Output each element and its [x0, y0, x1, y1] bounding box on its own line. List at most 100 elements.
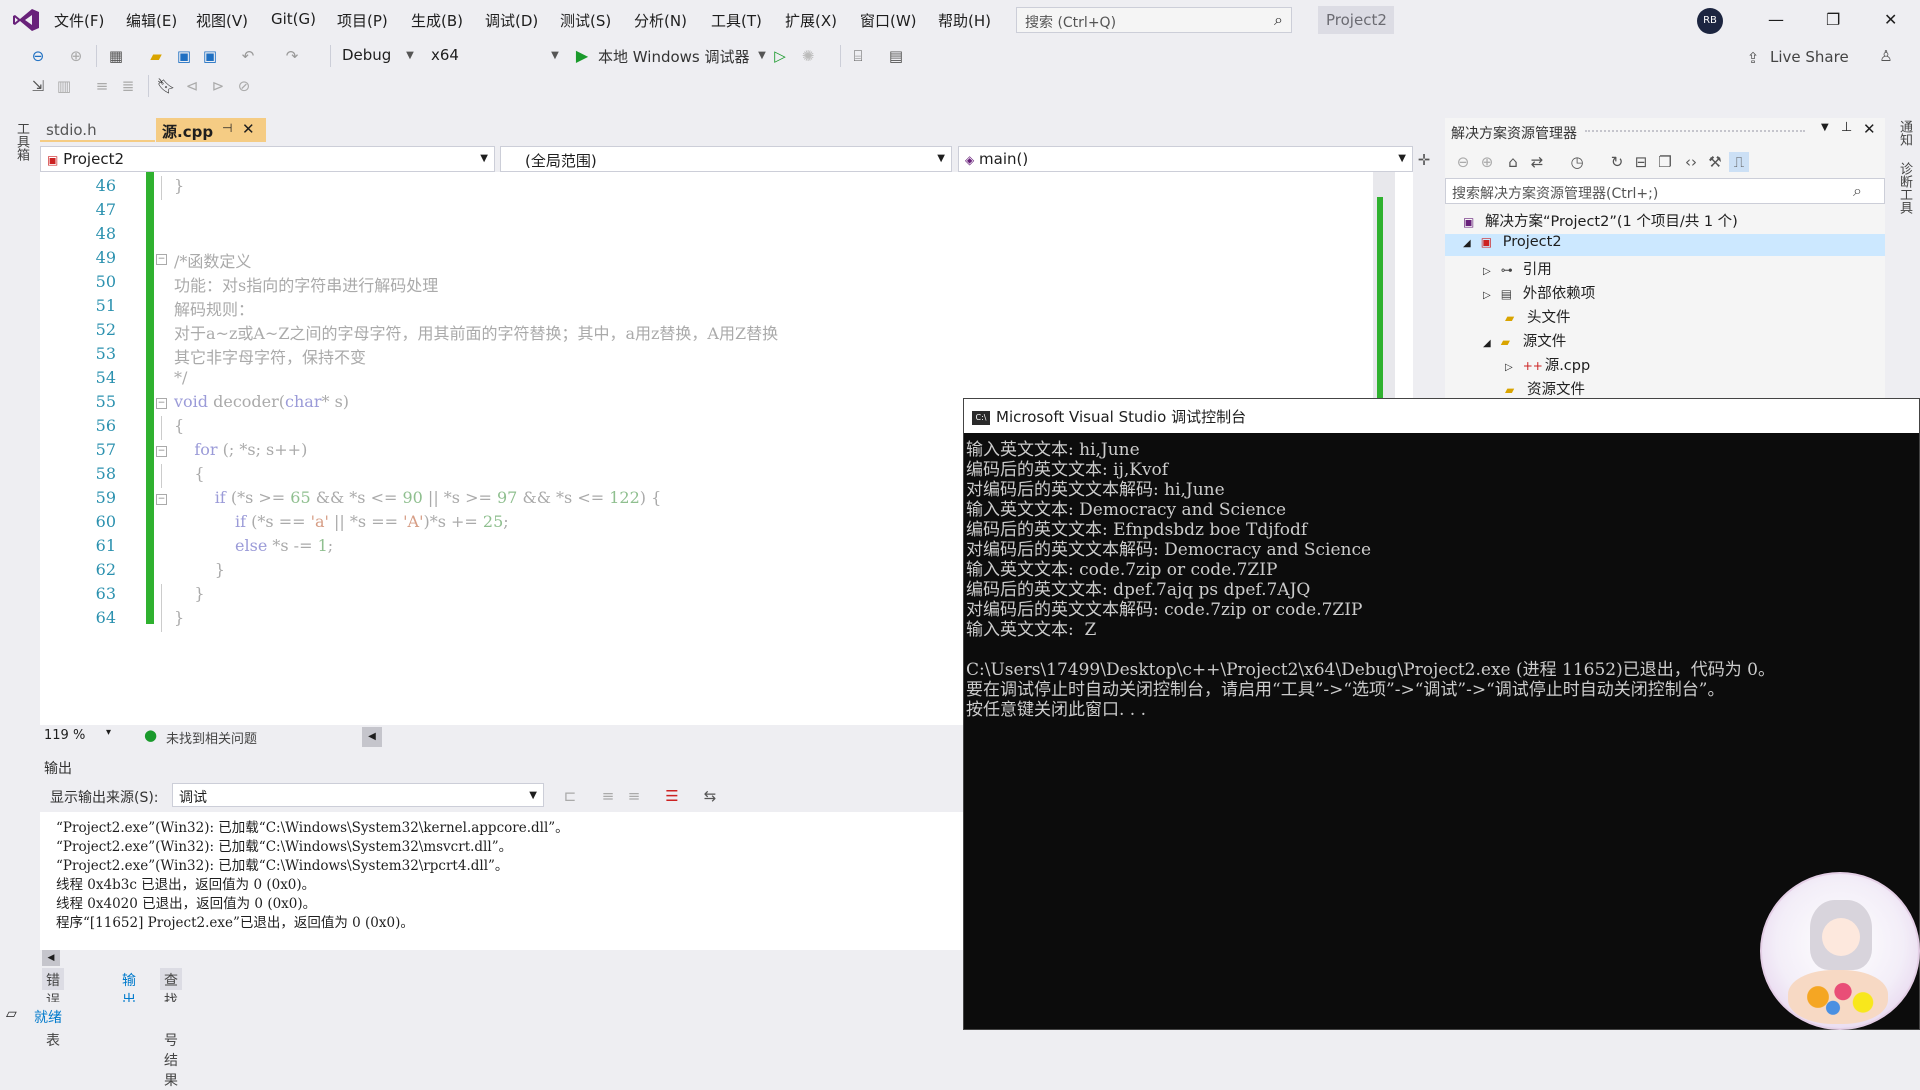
fold-toggle-icon[interactable]: − [156, 254, 167, 265]
project-dropdown[interactable]: ▣ Project2 ▼ [40, 146, 495, 172]
bookmark-icon[interactable]: 🔖︎ [156, 76, 176, 96]
menu-debug[interactable]: 调试(D) [485, 10, 538, 31]
fold-toggle-icon[interactable]: − [156, 446, 167, 457]
solution-node[interactable]: ▣ 解决方案“Project2”(1 个项目/共 1 个) [1463, 210, 1738, 232]
diagnostics-tab[interactable]: 诊断工具 [1895, 162, 1914, 214]
redo-icon[interactable]: ↷ [282, 46, 302, 66]
tab-find-symbol-results[interactable]: 查找符号结果 [160, 968, 182, 1089]
indent-icon[interactable]: ≣ [118, 76, 138, 96]
layout-icon[interactable]: ▤ [886, 46, 906, 66]
fold-toggle-icon[interactable]: − [156, 494, 167, 505]
code-line[interactable]: 其它非字母字符，保持不变 [174, 344, 366, 368]
pin-icon[interactable]: ⊣ [222, 121, 232, 135]
close-icon[interactable]: ✕ [1863, 120, 1876, 138]
close-icon[interactable]: ✕ [1884, 10, 1897, 29]
find-in-files-icon[interactable]: ⌸ [848, 46, 868, 66]
save-all-icon[interactable]: ▣ [200, 46, 220, 66]
tab-stdio-h[interactable]: stdio.h [40, 118, 155, 142]
pending-changes-icon[interactable]: ◷ [1567, 152, 1587, 172]
chevron-down-icon[interactable]: ▼ [400, 46, 420, 66]
code-line[interactable]: 功能：对s指向的字符串进行解码处理 [174, 272, 438, 296]
code-line[interactable]: void decoder(char* s) [174, 392, 349, 411]
search-input[interactable]: 搜索 (Ctrl+Q) ⌕ [1016, 7, 1292, 33]
undo-icon[interactable]: ↶ [238, 46, 258, 66]
solution-search-input[interactable]: 搜索解决方案资源管理器(Ctrl+;) ⌕ [1445, 178, 1885, 204]
menu-tools[interactable]: 工具(T) [711, 10, 762, 31]
code-line[interactable]: if (*s == 'a' || *s == 'A')*s += 25; [174, 512, 509, 531]
notifications-tab[interactable]: 通知 [1895, 120, 1914, 146]
zoom-level[interactable]: 119 % [44, 728, 85, 743]
forward-icon[interactable]: ⊕ [1477, 152, 1497, 172]
code-line[interactable]: } [174, 584, 204, 603]
issues-status[interactable]: 未找到相关问题 [166, 728, 257, 747]
feedback-icon[interactable]: ♙ [1876, 46, 1896, 66]
minimize-icon[interactable]: — [1768, 10, 1784, 29]
configuration-dropdown[interactable]: Debug [342, 46, 391, 68]
save-icon[interactable]: ▣ [174, 46, 194, 66]
chevron-down-icon[interactable]: ▼ [1821, 122, 1829, 133]
source-files-node[interactable]: ◢ ▰ 源文件 [1483, 330, 1566, 352]
cursor-select-icon[interactable]: ⇲ [28, 76, 48, 96]
prev-bookmark-icon[interactable]: ⊲ [182, 76, 202, 96]
menu-analyze[interactable]: 分析(N) [634, 10, 687, 31]
close-tab-icon[interactable]: ✕ [242, 120, 255, 138]
live-share-icon[interactable]: ⇪ [1746, 48, 1760, 68]
notification-icon[interactable]: ▱ [6, 1006, 17, 1022]
restore-icon[interactable]: ❐ [1826, 10, 1840, 29]
menu-git[interactable]: Git(G) [271, 10, 316, 28]
fold-toggle-icon[interactable]: − [156, 398, 167, 409]
scope-dropdown[interactable]: (全局范围) ▼ [500, 146, 952, 172]
code-line[interactable]: } [174, 560, 225, 579]
open-folder-icon[interactable]: ▰ [146, 46, 166, 66]
split-editor-icon[interactable]: ✛ [1414, 150, 1434, 170]
project-node[interactable]: ◢ ▣ Project2 [1445, 234, 1885, 256]
next-bookmark-icon[interactable]: ⊳ [208, 76, 228, 96]
code-line[interactable]: } [174, 608, 184, 627]
console-title-bar[interactable]: C:\ Microsoft Visual Studio 调试控制台 [964, 399, 1919, 433]
resource-files-node[interactable]: ▰ 资源文件 [1505, 378, 1585, 400]
code-line[interactable]: if (*s >= 65 && *s <= 90 || *s >= 97 && … [174, 488, 662, 507]
tab-output[interactable]: 输出 [118, 968, 140, 1009]
output-horizontal-scrollbar[interactable]: ◀ [40, 950, 1000, 966]
clear-all-icon[interactable]: ☰ [662, 786, 682, 806]
preview-selected-icon[interactable]: ⎍ [1729, 152, 1749, 172]
start-debugger-button[interactable]: 本地 Windows 调试器 [598, 46, 750, 67]
live-share-button[interactable]: Live Share [1770, 48, 1849, 66]
avatar[interactable]: RB [1697, 8, 1723, 34]
scroll-left-icon[interactable]: ◀ [42, 950, 60, 966]
menu-extensions[interactable]: 扩展(X) [785, 10, 837, 31]
menu-build[interactable]: 生成(B) [411, 10, 463, 31]
menu-view[interactable]: 视图(V) [196, 10, 248, 31]
menu-window[interactable]: 窗口(W) [860, 10, 917, 31]
code-line[interactable]: { [174, 416, 184, 435]
code-line[interactable]: } [174, 176, 184, 195]
tab-error-list[interactable]: 错误列表 [42, 968, 64, 1049]
member-dropdown[interactable]: ◈ main() ▼ [958, 146, 1413, 172]
chevron-down-icon[interactable]: ▼ [545, 46, 565, 66]
code-line[interactable]: /*函数定义 [174, 248, 251, 272]
output-text-area[interactable]: “Project2.exe”(Win32): 已加载“C:\Windows\Sy… [40, 812, 1000, 950]
find-message-icon[interactable]: ⊏ [560, 786, 580, 806]
code-line[interactable]: */ [174, 368, 187, 387]
menu-test[interactable]: 测试(S) [560, 10, 611, 31]
next-message-icon[interactable]: ≡ [624, 786, 644, 806]
sync-icon[interactable]: ↻ [1607, 152, 1627, 172]
quick-info-icon[interactable]: ▥ [54, 76, 74, 96]
word-wrap-icon[interactable]: ⇆ [700, 786, 720, 806]
menu-help[interactable]: 帮助(H) [938, 10, 991, 31]
outdent-icon[interactable]: ≡ [92, 76, 112, 96]
hot-reload-icon[interactable]: ✺ [798, 46, 818, 66]
prev-message-icon[interactable]: ≡ [598, 786, 618, 806]
code-line[interactable]: 解码规则： [174, 296, 254, 320]
home-icon[interactable]: ⌂ [1503, 152, 1523, 172]
chevron-down-icon[interactable]: ▼ [752, 46, 772, 66]
pin-icon[interactable]: ⊥ [1841, 120, 1852, 135]
code-line[interactable]: 对于a~z或A~Z之间的字母字符，用其前面的字符替换；其中，a用z替换，A用Z替… [174, 320, 778, 344]
start-without-debug-icon[interactable]: ▷ [770, 46, 790, 66]
new-project-icon[interactable]: ▦ [106, 46, 126, 66]
switch-views-icon[interactable]: ⇄ [1527, 152, 1547, 172]
references-node[interactable]: ▷ ⊶ 引用 [1483, 258, 1552, 280]
external-deps-node[interactable]: ▷ ▤ 外部依赖项 [1483, 282, 1595, 304]
show-all-files-icon[interactable]: ❐ [1655, 152, 1675, 172]
toolbox-tab[interactable]: 工具箱 [12, 122, 31, 161]
